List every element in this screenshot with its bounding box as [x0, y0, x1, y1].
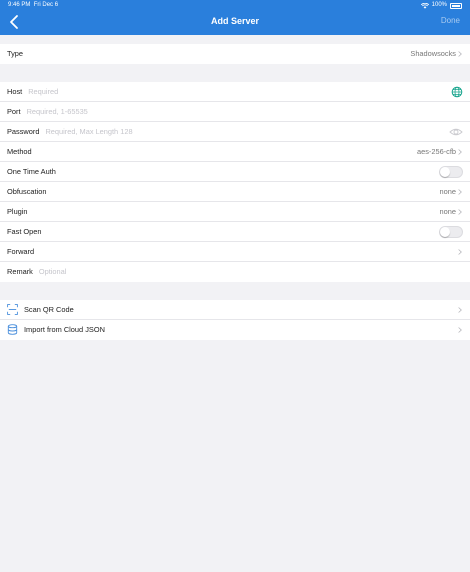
scan-qr-row[interactable]: Scan QR Code	[0, 300, 470, 320]
plugin-value: none	[439, 207, 456, 216]
remark-label: Remark	[7, 267, 33, 276]
password-input[interactable]: Required, Max Length 128	[45, 127, 132, 136]
import-cloud-json-label: Import from Cloud JSON	[24, 325, 105, 334]
type-section: Type Shadowsocks	[0, 44, 470, 64]
status-time: 9:46 PM	[8, 2, 31, 8]
chevron-right-icon	[458, 149, 462, 155]
scan-qr-label: Scan QR Code	[24, 305, 74, 314]
type-row[interactable]: Type Shadowsocks	[0, 44, 470, 64]
type-value: Shadowsocks	[410, 49, 456, 58]
host-label: Host	[7, 87, 23, 96]
fast-open-label: Fast Open	[7, 227, 42, 236]
one-time-auth-label: One Time Auth	[7, 167, 56, 176]
status-right: 100%	[420, 0, 462, 11]
qr-scan-icon	[7, 304, 18, 315]
method-label: Method	[7, 147, 32, 156]
status-time-date: 9:46 PM Fri Dec 6	[8, 0, 58, 11]
cloud-database-icon	[7, 324, 18, 335]
done-button[interactable]: Done	[441, 16, 460, 25]
server-form-section: Host Required Port Required, 1-65535 Passw…	[0, 82, 470, 282]
battery-icon	[450, 2, 462, 9]
chevron-right-icon	[458, 51, 462, 57]
chevron-right-icon	[458, 249, 462, 255]
type-label: Type	[7, 49, 24, 58]
forward-label: Forward	[7, 247, 35, 256]
obfuscation-row[interactable]: Obfuscation none	[0, 182, 470, 202]
eye-icon[interactable]	[449, 126, 463, 138]
password-label: Password	[7, 127, 40, 136]
obfuscation-label: Obfuscation	[7, 187, 47, 196]
method-value: aes-256-cfb	[416, 147, 456, 156]
chevron-right-icon	[458, 189, 462, 195]
chevron-right-icon	[458, 209, 462, 215]
remark-field[interactable]: Remark Optional	[0, 262, 470, 282]
host-field[interactable]: Host Required	[0, 82, 470, 102]
chevron-right-icon	[458, 307, 462, 313]
status-date: Fri Dec 6	[33, 2, 59, 8]
status-bar: 9:46 PM Fri Dec 6 100%	[0, 0, 470, 11]
port-field[interactable]: Port Required, 1-65535	[0, 102, 470, 122]
battery-percent: 100%	[431, 2, 447, 8]
plugin-row[interactable]: Plugin none	[0, 202, 470, 222]
navigation-bar: Add Server Done	[0, 11, 470, 35]
host-input[interactable]: Required	[28, 87, 58, 96]
one-time-auth-toggle[interactable]	[439, 166, 463, 178]
fast-open-row: Fast Open	[0, 222, 470, 242]
obfuscation-value: none	[439, 187, 456, 196]
method-row[interactable]: Method aes-256-cfb	[0, 142, 470, 162]
top-bar: 9:46 PM Fri Dec 6 100% Add Server Done	[0, 0, 470, 35]
fast-open-toggle[interactable]	[439, 226, 463, 238]
globe-icon[interactable]	[451, 86, 463, 98]
remark-input[interactable]: Optional	[39, 267, 67, 276]
port-label: Port	[7, 107, 21, 116]
wifi-icon	[420, 2, 429, 9]
password-field[interactable]: Password Required, Max Length 128	[0, 122, 470, 142]
import-cloud-json-row[interactable]: Import from Cloud JSON	[0, 320, 470, 340]
forward-row[interactable]: Forward	[0, 242, 470, 262]
port-input[interactable]: Required, 1-65535	[27, 107, 88, 116]
plugin-label: Plugin	[7, 207, 28, 216]
page-title: Add Server	[210, 16, 260, 26]
one-time-auth-row: One Time Auth	[0, 162, 470, 182]
chevron-right-icon	[458, 327, 462, 333]
import-actions-section: Scan QR Code Import from Cloud JSON	[0, 300, 470, 340]
